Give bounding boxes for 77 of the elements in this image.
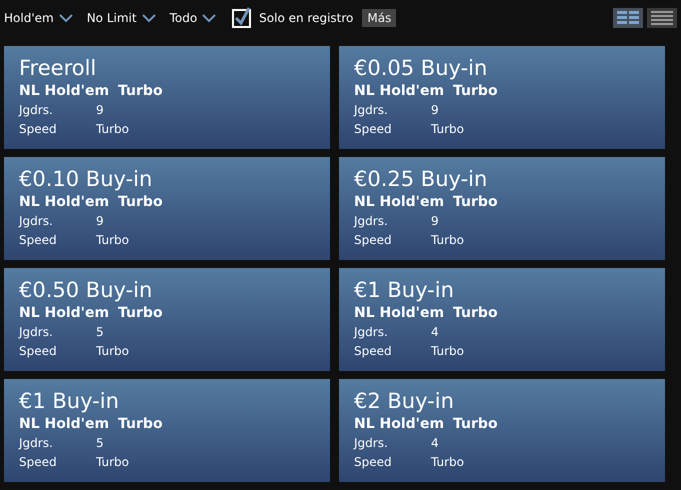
info-label: Speed — [354, 121, 393, 138]
filter-dropdown[interactable]: Todo — [170, 11, 216, 25]
grid-icon — [617, 11, 639, 25]
filter-dropdown[interactable]: Hold'em — [4, 11, 73, 25]
list-view-button[interactable] — [647, 8, 677, 28]
chevron-down-icon — [202, 14, 216, 22]
tournament-card[interactable]: €1 Buy-in NL Hold'em Turbo Jgdrs. 4 Speed Turbo — [339, 268, 665, 371]
tournament-card[interactable]: €0.25 Buy-in NL Hold'em Turbo Jgdrs. 9 Speed Turbo — [339, 157, 665, 260]
info-value: 9 — [96, 213, 104, 230]
tournament-type: Turbo — [453, 415, 498, 434]
more-button[interactable]: Más — [362, 9, 396, 27]
info-value: Turbo — [431, 343, 464, 360]
info-value: 9 — [431, 102, 439, 119]
tournament-type: Turbo — [118, 304, 163, 323]
game-type: NL Hold'em — [354, 193, 444, 212]
game-type: NL Hold'em — [19, 304, 110, 323]
info-label: Speed — [19, 232, 58, 249]
tournament-title: €1 Buy-in — [354, 277, 454, 304]
tournament-type: Turbo — [453, 304, 498, 323]
info-value: 9 — [431, 213, 439, 230]
info-value: Turbo — [96, 454, 130, 471]
tournament-type: Turbo — [453, 193, 498, 212]
info-label: Jgdrs. — [354, 213, 389, 230]
info-label: Jgdrs. — [354, 435, 389, 452]
info-value: 5 — [96, 435, 104, 452]
info-value: 5 — [96, 324, 104, 341]
tournament-title: Freeroll — [19, 55, 96, 82]
info-label: Speed — [354, 343, 393, 360]
info-value: 4 — [431, 435, 439, 452]
info-label: Jgdrs. — [354, 102, 389, 119]
info-label: Speed — [354, 454, 393, 471]
tournament-card[interactable]: €1 Buy-in NL Hold'em Turbo Jgdrs. 5 Speed Turbo — [4, 379, 330, 482]
tournament-card[interactable]: €0.10 Buy-in NL Hold'em Turbo Jgdrs. 9 Speed Turbo — [4, 157, 330, 260]
info-value: 9 — [96, 102, 104, 119]
info-label: Jgdrs. — [354, 324, 389, 341]
info-label: Speed — [19, 121, 58, 138]
tournament-title: €0.10 Buy-in — [19, 166, 152, 193]
info-label: Jgdrs. — [19, 435, 54, 452]
tournament-card[interactable]: Freeroll NL Hold'em Turbo Jgdrs. 9 Speed Turbo — [4, 46, 330, 149]
checkbox-label: Solo en registro — [259, 11, 354, 25]
game-type: NL Hold'em — [354, 304, 444, 323]
tournament-card[interactable]: €2 Buy-in NL Hold'em Turbo Jgdrs. 4 Speed Turbo — [339, 379, 665, 482]
info-value: Turbo — [96, 343, 130, 360]
info-label: Speed — [19, 454, 58, 471]
tournament-type: Turbo — [453, 82, 498, 101]
tournament-type: Turbo — [118, 415, 163, 434]
tournament-card[interactable]: €0.50 Buy-in NL Hold'em Turbo Jgdrs. 5 Speed Turbo — [4, 268, 330, 371]
game-type: NL Hold'em — [354, 82, 444, 101]
tournament-title: €1 Buy-in — [19, 388, 119, 415]
info-label: Speed — [354, 232, 393, 249]
info-label: Speed — [19, 343, 58, 360]
tournament-title: €2 Buy-in — [354, 388, 454, 415]
info-value: 4 — [431, 324, 439, 341]
tournament-card[interactable]: €0.05 Buy-in NL Hold'em Turbo Jgdrs. 9 Speed Turbo — [339, 46, 665, 149]
tournament-title: €0.50 Buy-in — [19, 277, 152, 304]
info-label: Jgdrs. — [19, 213, 54, 230]
chevron-down-icon — [142, 14, 156, 22]
tournament-type: Turbo — [118, 82, 163, 101]
info-label: Jgdrs. — [19, 324, 54, 341]
chevron-down-icon — [58, 14, 73, 22]
info-label: Jgdrs. — [19, 102, 54, 119]
info-value: Turbo — [431, 454, 464, 471]
info-value: Turbo — [431, 232, 464, 249]
grid-view-button[interactable] — [613, 8, 643, 28]
game-type: NL Hold'em — [19, 415, 110, 434]
tournament-type: Turbo — [118, 193, 163, 212]
game-type: NL Hold'em — [354, 415, 444, 434]
info-value: Turbo — [96, 232, 130, 249]
checkbox[interactable] — [232, 7, 252, 29]
game-type: NL Hold'em — [19, 82, 110, 101]
info-value: Turbo — [431, 121, 464, 138]
game-type: NL Hold'em — [19, 193, 110, 212]
info-value: Turbo — [96, 121, 130, 138]
list-icon — [651, 11, 673, 25]
tournament-title: €0.25 Buy-in — [354, 166, 488, 193]
filter-dropdown[interactable]: No Limit — [86, 11, 156, 25]
tournament-title: €0.05 Buy-in — [354, 55, 488, 82]
